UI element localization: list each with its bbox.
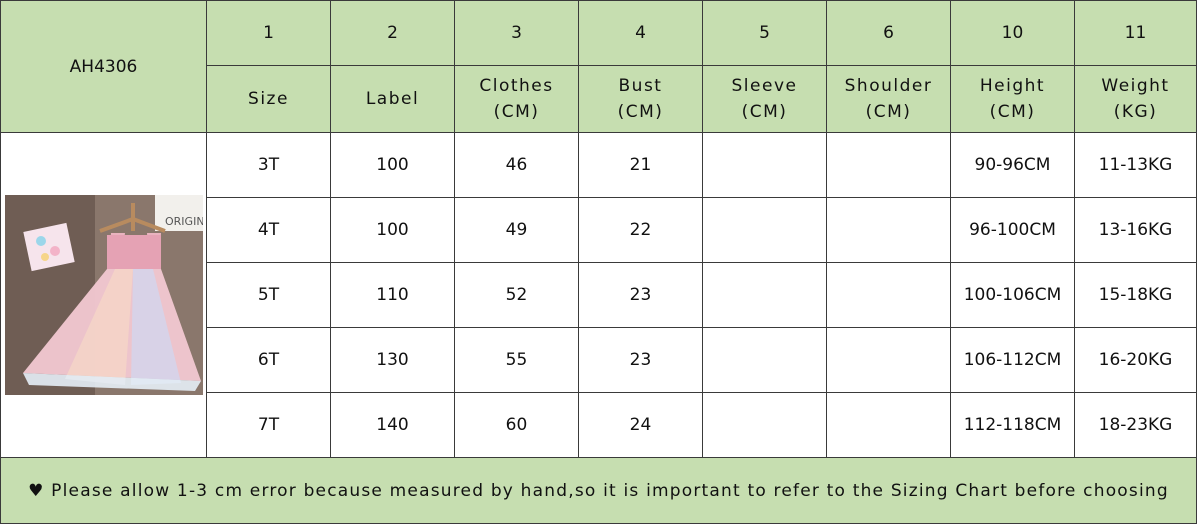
table-cell bbox=[826, 197, 951, 263]
table-cell: 46 bbox=[454, 132, 579, 198]
table-cell: 3T bbox=[206, 132, 331, 198]
col-number: 1 bbox=[206, 0, 331, 66]
table-cell: 130 bbox=[330, 327, 455, 393]
header-unit: (CM) bbox=[989, 102, 1036, 122]
size-chart-table: AH4306 1 2 3 4 5 6 10 11 Size Label Clot… bbox=[0, 0, 1197, 524]
header-label: Label bbox=[365, 89, 420, 109]
table-cell bbox=[702, 392, 827, 458]
header-label: Weight bbox=[1101, 76, 1170, 96]
col-number: 10 bbox=[950, 0, 1075, 66]
table-cell bbox=[826, 327, 951, 393]
table-cell: 96-100CM bbox=[950, 197, 1075, 263]
col-header-sleeve: Sleeve (CM) bbox=[702, 65, 827, 133]
table-cell: 100 bbox=[330, 197, 455, 263]
table-cell: 4T bbox=[206, 197, 331, 263]
col-number: 5 bbox=[702, 0, 827, 66]
header-label: Shoulder bbox=[844, 76, 933, 96]
header-label: Bust bbox=[618, 76, 663, 96]
model-code: AH4306 bbox=[0, 0, 207, 133]
table-cell bbox=[702, 327, 827, 393]
table-cell: 23 bbox=[578, 262, 703, 328]
table-cell: 7T bbox=[206, 392, 331, 458]
table-cell bbox=[826, 392, 951, 458]
table-cell: 15-18KG bbox=[1074, 262, 1197, 328]
header-unit: (CM) bbox=[493, 102, 540, 122]
dress-image: ORIGINAL bbox=[4, 195, 203, 395]
table-cell: 112-118CM bbox=[950, 392, 1075, 458]
header-unit: (KG) bbox=[1113, 102, 1158, 122]
col-number: 3 bbox=[454, 0, 579, 66]
table-cell: 11-13KG bbox=[1074, 132, 1197, 198]
product-photo: ORIGINAL bbox=[4, 195, 203, 395]
table-cell: 21 bbox=[578, 132, 703, 198]
header-unit: (CM) bbox=[617, 102, 664, 122]
table-cell: 140 bbox=[330, 392, 455, 458]
measurement-note: ♥ Please allow 1-3 cm error because meas… bbox=[0, 457, 1197, 524]
header-label: Clothes bbox=[479, 76, 554, 96]
note-row: ♥ Please allow 1-3 cm error because meas… bbox=[0, 457, 1197, 524]
header-label: Height bbox=[979, 76, 1046, 96]
table-cell bbox=[826, 132, 951, 198]
col-header-shoulder: Shoulder (CM) bbox=[826, 65, 951, 133]
table-cell: 110 bbox=[330, 262, 455, 328]
table-cell: 49 bbox=[454, 197, 579, 263]
col-header-weight: Weight (KG) bbox=[1074, 65, 1197, 133]
col-number: 2 bbox=[330, 0, 455, 66]
table-cell: 60 bbox=[454, 392, 579, 458]
col-header-height: Height (CM) bbox=[950, 65, 1075, 133]
col-number: 4 bbox=[578, 0, 703, 66]
table-row: ORIGINAL 3T 100 46 21 90-96C bbox=[0, 132, 1197, 458]
table-cell: 16-20KG bbox=[1074, 327, 1197, 393]
table-cell: 23 bbox=[578, 327, 703, 393]
table-cell: 18-23KG bbox=[1074, 392, 1197, 458]
table-cell: 5T bbox=[206, 262, 331, 328]
product-photo-cell: ORIGINAL bbox=[0, 132, 207, 458]
table-cell: 22 bbox=[578, 197, 703, 263]
col-number: 6 bbox=[826, 0, 951, 66]
table-cell: 24 bbox=[578, 392, 703, 458]
table-cell: 13-16KG bbox=[1074, 197, 1197, 263]
col-header-size: Size bbox=[206, 65, 331, 133]
col-header-label: Label bbox=[330, 65, 455, 133]
header-number-row: AH4306 1 2 3 4 5 6 10 11 bbox=[0, 0, 1197, 133]
photo-label: ORIGINAL bbox=[165, 215, 203, 228]
table-cell: 55 bbox=[454, 327, 579, 393]
table-cell: 100 bbox=[330, 132, 455, 198]
col-number: 11 bbox=[1074, 0, 1197, 66]
header-unit: (CM) bbox=[865, 102, 912, 122]
table-cell bbox=[826, 262, 951, 328]
header-unit: (CM) bbox=[741, 102, 788, 122]
table-cell: 100-106CM bbox=[950, 262, 1075, 328]
table-cell: 52 bbox=[454, 262, 579, 328]
header-label: Size bbox=[248, 89, 289, 109]
table-cell bbox=[702, 262, 827, 328]
table-cell: 6T bbox=[206, 327, 331, 393]
table-cell bbox=[702, 197, 827, 263]
table-cell: 106-112CM bbox=[950, 327, 1075, 393]
col-header-bust: Bust (CM) bbox=[578, 65, 703, 133]
col-header-clothes: Clothes (CM) bbox=[454, 65, 579, 133]
table-cell bbox=[702, 132, 827, 198]
table-cell: 90-96CM bbox=[950, 132, 1075, 198]
header-label: Sleeve bbox=[731, 76, 798, 96]
